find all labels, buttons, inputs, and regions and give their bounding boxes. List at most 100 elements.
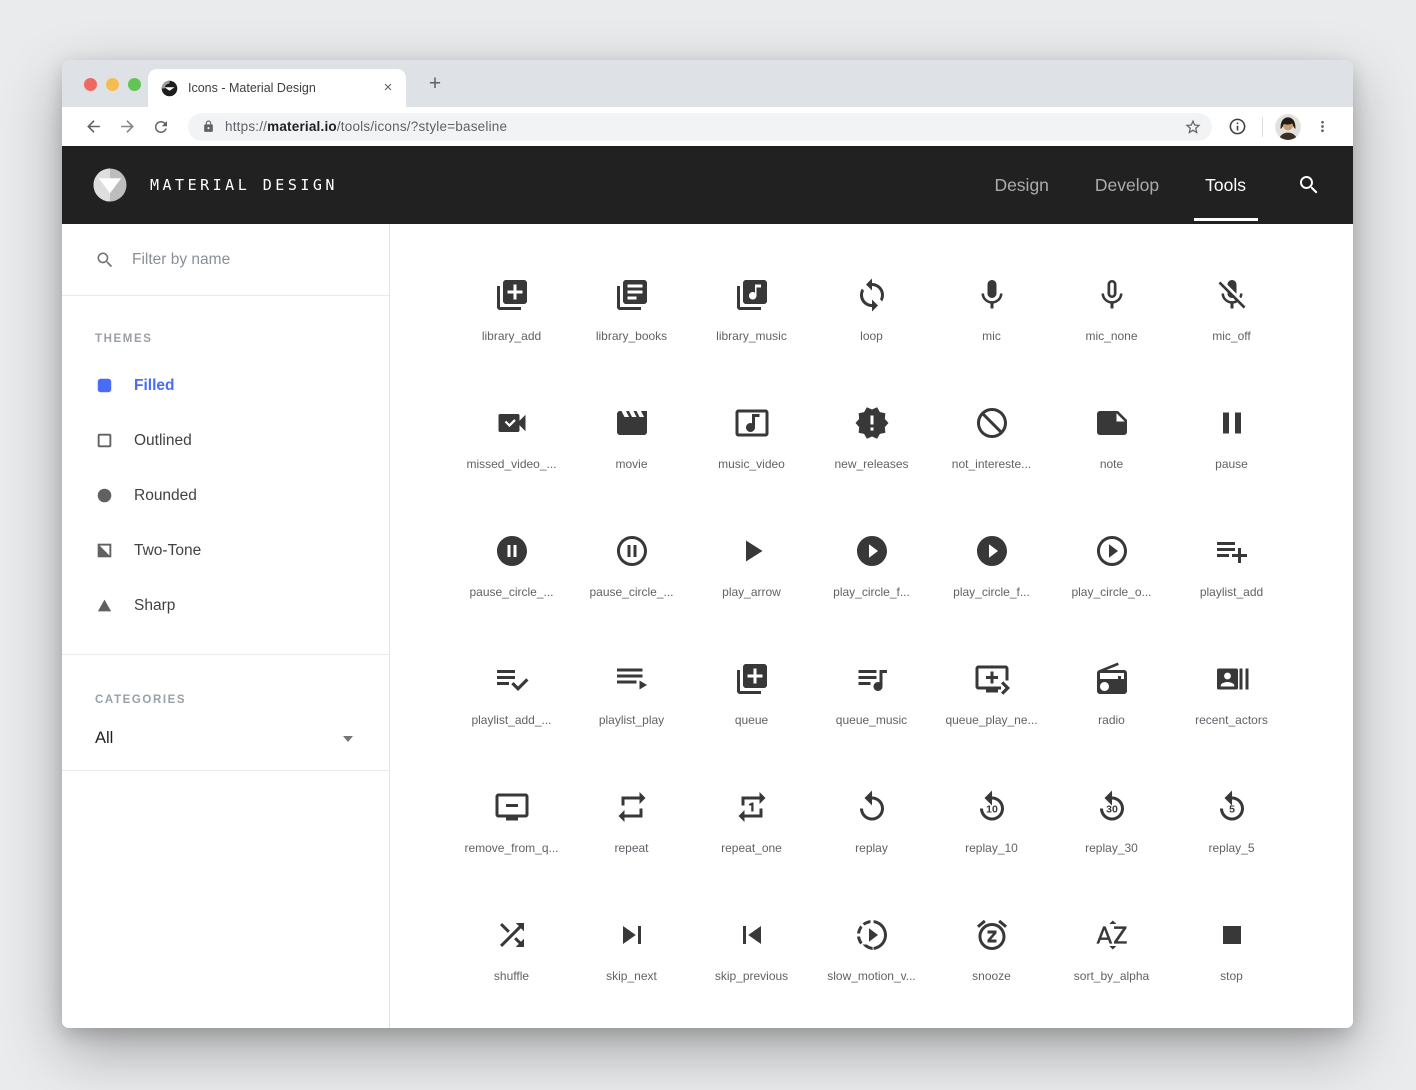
icon-cell-replay_30[interactable]: 30 replay_30	[1052, 762, 1172, 890]
icon-label: mic_none	[1085, 329, 1137, 343]
repeat_one-icon	[733, 788, 771, 826]
nav-tools[interactable]: Tools	[1182, 146, 1269, 224]
address-bar[interactable]: https://material.io/tools/icons/?style=b…	[188, 113, 1212, 141]
icon-label: replay_5	[1208, 841, 1254, 855]
replay_10-icon: 10	[973, 788, 1011, 826]
icon-cell-playlist_play[interactable]: playlist_play	[572, 634, 692, 762]
icon-cell-play_circle_filled[interactable]: play_circle_f...	[812, 506, 932, 634]
playlist_play-icon	[613, 660, 651, 698]
window-close-button[interactable]	[84, 78, 97, 91]
icon-cell-repeat[interactable]: repeat	[572, 762, 692, 890]
window-zoom-button[interactable]	[128, 78, 141, 91]
icon-cell-note[interactable]: note	[1052, 378, 1172, 506]
icon-cell-pause_circle_filled[interactable]: pause_circle_...	[452, 506, 572, 634]
icon-label: repeat_one	[721, 841, 782, 855]
theme-item-outlined[interactable]: Outlined	[95, 413, 389, 468]
categories-dropdown[interactable]: All	[95, 729, 389, 748]
theme-item-sharp[interactable]: Sharp	[95, 578, 389, 633]
sidebar: THEMES Filled Outlined Rounded	[62, 224, 390, 1028]
play_circle_outline-icon	[1093, 532, 1131, 570]
nav-design[interactable]: Design	[971, 146, 1071, 224]
refresh-icon[interactable]	[148, 114, 174, 140]
icon-cell-replay_5[interactable]: 5replay_5	[1172, 762, 1292, 890]
new-tab-button[interactable]: +	[422, 71, 448, 97]
nav-develop[interactable]: Develop	[1072, 146, 1182, 224]
theme-item-rounded[interactable]: Rounded	[95, 468, 389, 523]
replay-icon	[853, 788, 891, 826]
themes-section: THEMES Filled Outlined Rounded	[62, 296, 389, 633]
icon-cell-replay_10[interactable]: 10replay_10	[932, 762, 1052, 890]
icon-cell-loop[interactable]: loop	[812, 250, 932, 378]
icon-cell-play_circle_filled_white[interactable]: play_circle_f...	[932, 506, 1052, 634]
icon-grid-panel: library_addlibrary_bookslibrary_musicloo…	[390, 224, 1353, 1028]
icon-cell-stop[interactable]: stop	[1172, 890, 1292, 1018]
browser-tab[interactable]: Icons - Material Design ×	[148, 69, 406, 107]
theme-item-twotone[interactable]: Two-Tone	[95, 523, 389, 578]
tab-close-icon[interactable]: ×	[378, 78, 398, 98]
icon-cell-replay[interactable]: replay	[812, 762, 932, 890]
icon-cell-remove_from_queue[interactable]: remove_from_q...	[452, 762, 572, 890]
icon-cell-sort_by_alpha[interactable]: sort_by_alpha	[1052, 890, 1172, 1018]
brand[interactable]: MATERIAL DESIGN	[92, 167, 338, 203]
icon-cell-mic[interactable]: mic	[932, 250, 1052, 378]
chrome-menu-kebab-icon[interactable]	[1309, 114, 1335, 140]
icon-cell-new_releases[interactable]: new_releases	[812, 378, 932, 506]
icon-cell-pause_circle_outline[interactable]: pause_circle_...	[572, 506, 692, 634]
icon-cell-playlist_add[interactable]: playlist_add	[1172, 506, 1292, 634]
profile-avatar[interactable]	[1275, 114, 1301, 140]
icon-cell-library_music[interactable]: library_music	[692, 250, 812, 378]
icon-cell-music_video[interactable]: music_video	[692, 378, 812, 506]
play_circle_filled-icon	[853, 532, 891, 570]
svg-text:30: 30	[1106, 803, 1118, 815]
filter-by-name-input[interactable]	[132, 251, 362, 269]
icon-label: replay_30	[1085, 841, 1138, 855]
icon-cell-repeat_one[interactable]: repeat_one	[692, 762, 812, 890]
icon-label: slow_motion_v...	[827, 969, 915, 983]
icon-cell-radio[interactable]: radio	[1052, 634, 1172, 762]
back-icon[interactable]	[80, 114, 106, 140]
icon-cell-pause[interactable]: pause	[1172, 378, 1292, 506]
icon-label: queue	[735, 713, 768, 727]
browser-toolbar: https://material.io/tools/icons/?style=b…	[62, 107, 1353, 146]
icon-cell-playlist_add_check[interactable]: playlist_add_...	[452, 634, 572, 762]
icon-cell-queue_music[interactable]: queue_music	[812, 634, 932, 762]
stop-icon	[1213, 916, 1251, 954]
window-minimize-button[interactable]	[106, 78, 119, 91]
icon-label: movie	[615, 457, 647, 471]
queue_music-icon	[853, 660, 891, 698]
icon-cell-shuffle[interactable]: shuffle	[452, 890, 572, 1018]
not_interested-icon	[973, 404, 1011, 442]
mic_off-icon	[1213, 276, 1251, 314]
info-extension-icon[interactable]	[1224, 114, 1250, 140]
theme-item-filled[interactable]: Filled	[95, 358, 389, 413]
material-design-favicon	[161, 80, 178, 97]
icon-cell-library_books[interactable]: library_books	[572, 250, 692, 378]
icon-label: remove_from_q...	[464, 841, 558, 855]
bookmark-star-icon[interactable]	[1180, 114, 1206, 140]
icon-cell-mic_none[interactable]: mic_none	[1052, 250, 1172, 378]
icon-cell-recent_actors[interactable]: recent_actors	[1172, 634, 1292, 762]
icon-cell-mic_off[interactable]: mic_off	[1172, 250, 1292, 378]
icon-label: replay	[855, 841, 888, 855]
icon-label: snooze	[972, 969, 1011, 983]
icon-cell-play_arrow[interactable]: play_arrow	[692, 506, 812, 634]
header-search-icon[interactable]	[1297, 173, 1321, 197]
icon-label: playlist_add_...	[471, 713, 551, 727]
icon-cell-movie[interactable]: movie	[572, 378, 692, 506]
icon-label: skip_previous	[715, 969, 788, 983]
icon-cell-skip_next[interactable]: skip_next	[572, 890, 692, 1018]
icon-cell-skip_previous[interactable]: skip_previous	[692, 890, 812, 1018]
sort_by_alpha-icon	[1093, 916, 1131, 954]
icon-cell-queue_play_next[interactable]: queue_play_ne...	[932, 634, 1052, 762]
icon-cell-not_interested[interactable]: not_intereste...	[932, 378, 1052, 506]
icon-cell-slow_motion_video[interactable]: slow_motion_v...	[812, 890, 932, 1018]
slow_motion_video-icon	[853, 916, 891, 954]
icon-cell-missed_video_call[interactable]: missed_video_...	[452, 378, 572, 506]
icon-cell-snooze[interactable]: snooze	[932, 890, 1052, 1018]
icon-cell-play_circle_outline[interactable]: play_circle_o...	[1052, 506, 1172, 634]
url-text: https://material.io/tools/icons/?style=b…	[225, 119, 1180, 134]
icon-cell-queue[interactable]: queue	[692, 634, 812, 762]
icon-cell-library_add[interactable]: library_add	[452, 250, 572, 378]
forward-icon[interactable]	[114, 114, 140, 140]
icon-label: mic	[982, 329, 1001, 343]
